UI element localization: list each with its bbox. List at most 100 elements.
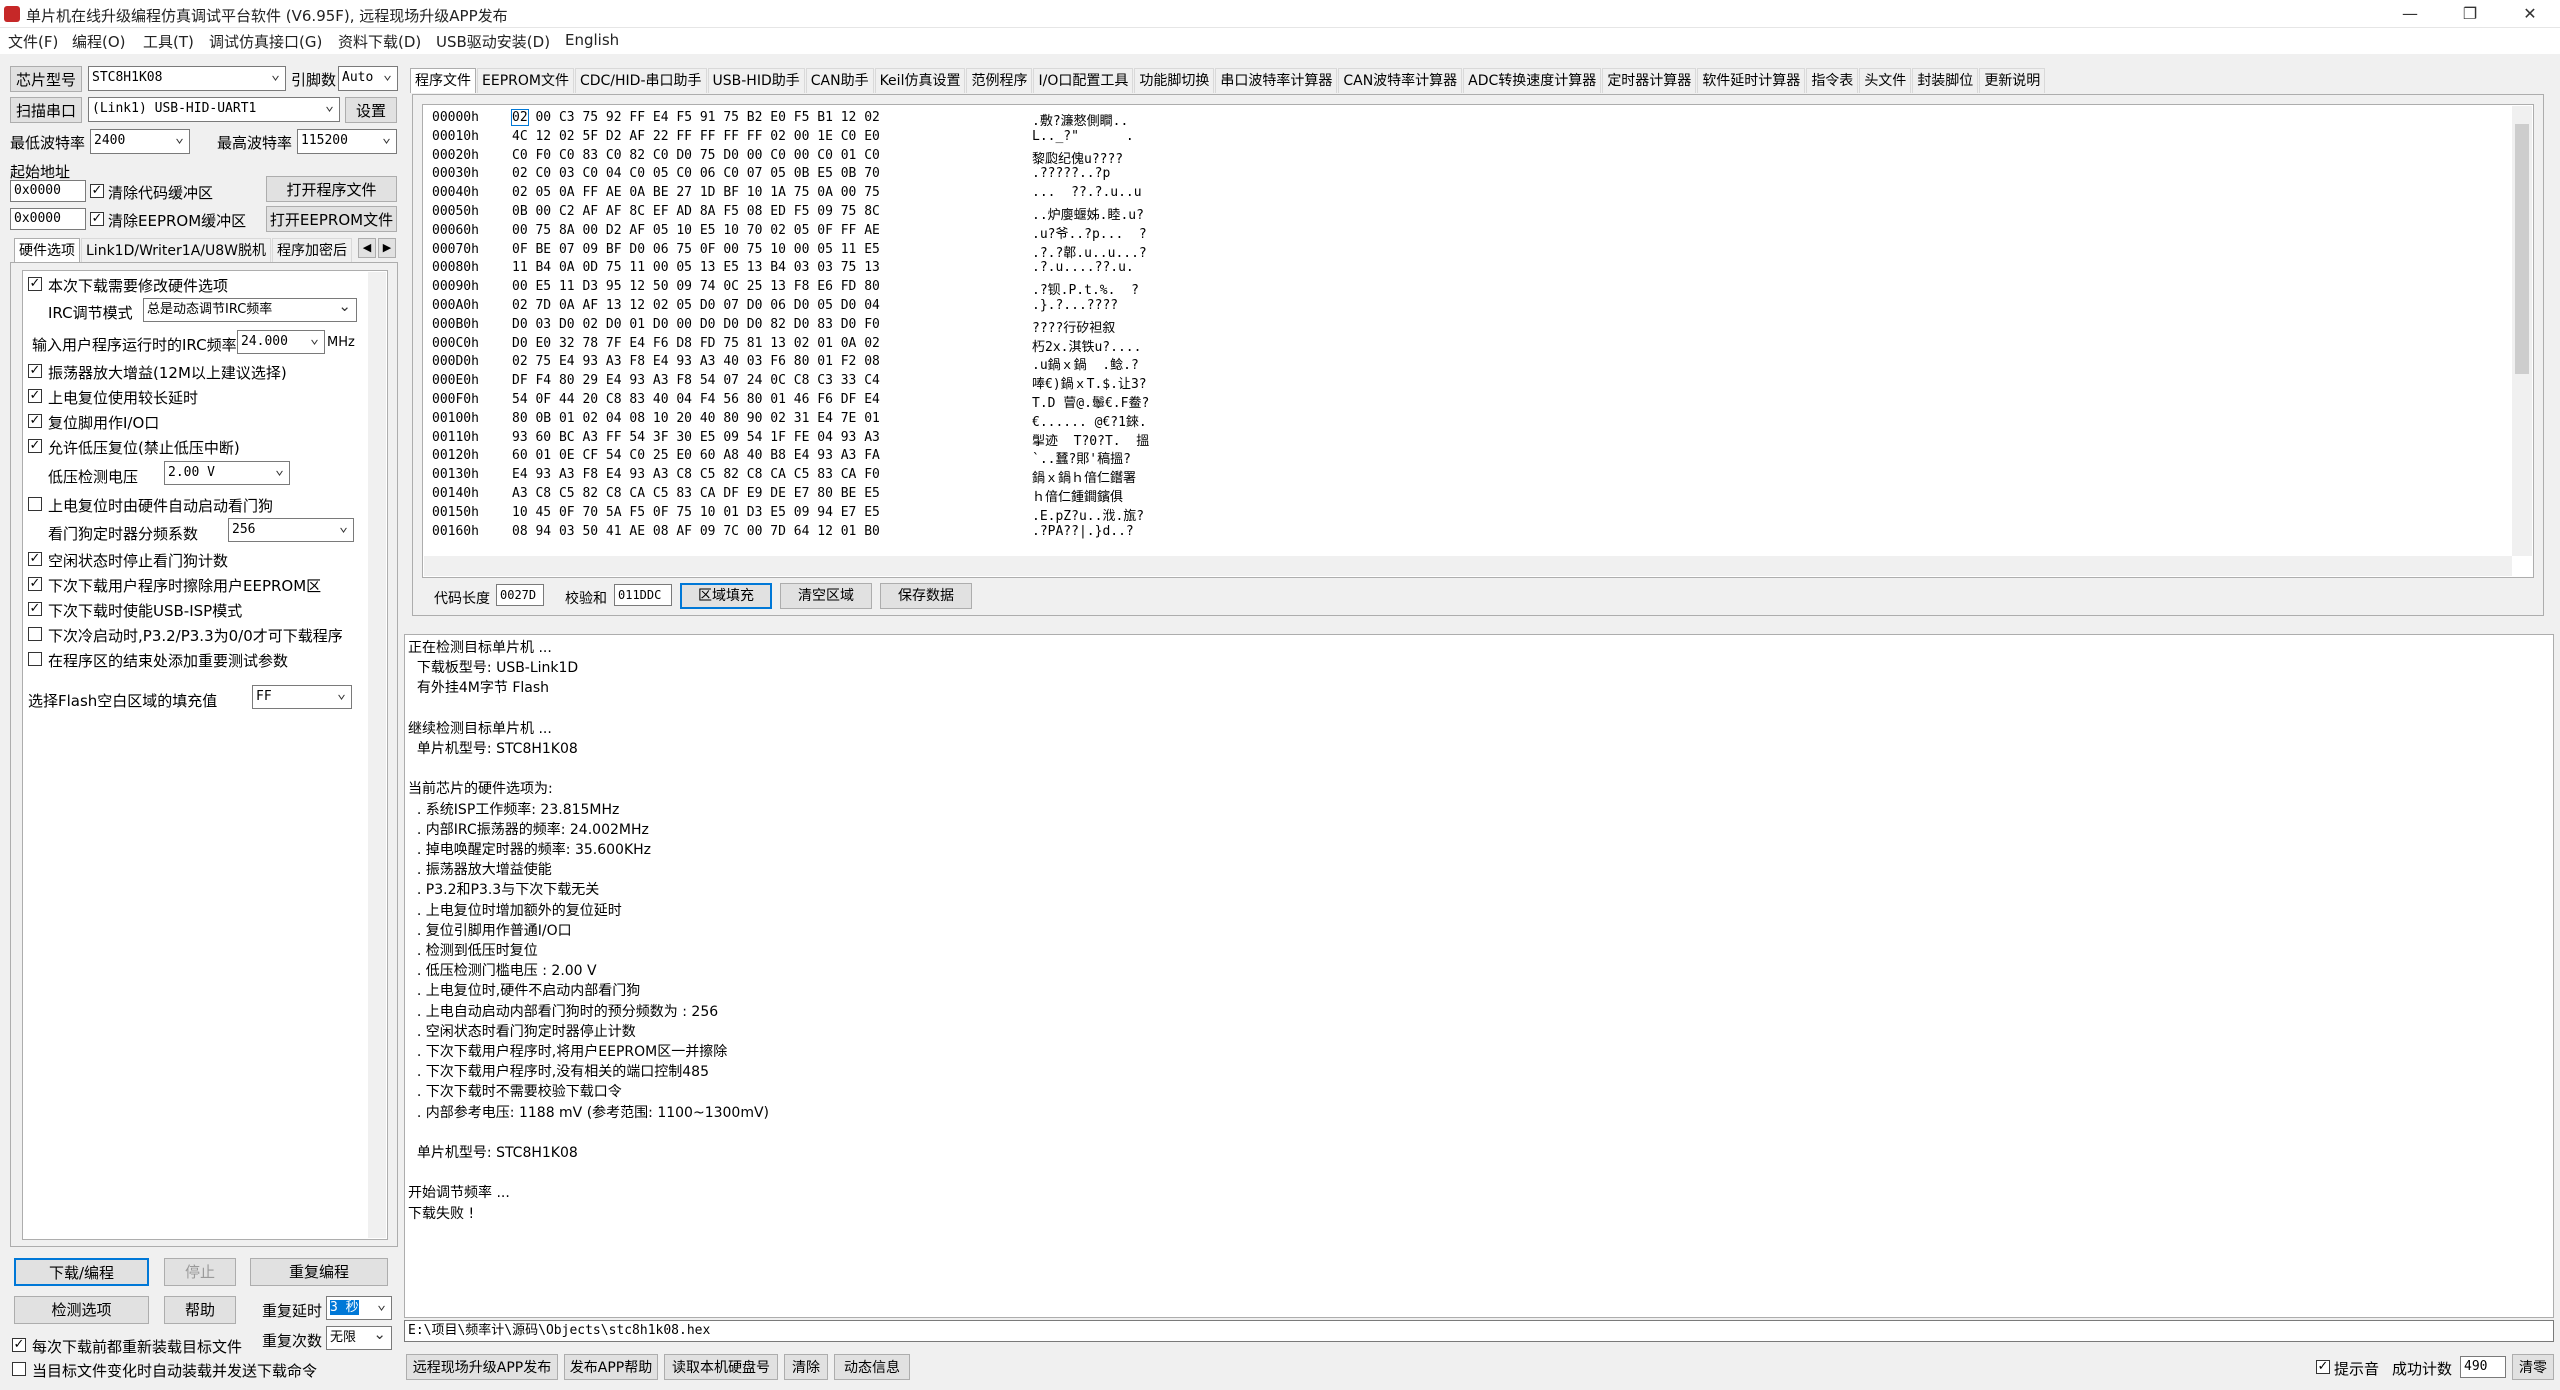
- tab-uart-baud-calc[interactable]: 串口波特率计算器: [1215, 68, 1338, 93]
- opt-reset-io-checkbox[interactable]: ✓: [28, 414, 42, 428]
- open-eeprom-file-button[interactable]: 打开EEPROM文件: [266, 206, 397, 232]
- left-tabstrip: 硬件选项 Link1D/Writer1A/U8W脱机 程序加密后: [14, 238, 353, 263]
- max-baud-select[interactable]: 115200: [297, 129, 397, 154]
- hex-row: 000E0h DF F4 80 29 E4 93 A3 F8 54 07 24 0…: [432, 373, 1192, 392]
- open-program-file-button[interactable]: 打开程序文件: [266, 176, 397, 202]
- sound-checkbox[interactable]: ✓: [2316, 1360, 2330, 1374]
- tab-adc-speed-calc[interactable]: ADC转换速度计算器: [1463, 68, 1602, 93]
- tab-instruction-table[interactable]: 指令表: [1806, 68, 1859, 93]
- code-start-address-input[interactable]: 0x0000: [10, 180, 86, 202]
- save-data-button[interactable]: 保存数据: [880, 583, 972, 609]
- opt-low-voltage-reset-label: 允许低压复位(禁止低压中断): [48, 439, 240, 457]
- file-path-field[interactable]: E:\项目\频率计\源码\Objects\stc8h1k08.hex: [404, 1320, 2554, 1342]
- tab-scroll-left-icon[interactable]: ◀: [358, 238, 376, 258]
- reprogram-button[interactable]: 重复编程: [250, 1258, 388, 1286]
- menu-usb-driver[interactable]: USB驱动安装(D): [436, 31, 550, 52]
- fill-area-button[interactable]: 区域填充: [680, 583, 772, 609]
- stop-button[interactable]: 停止: [164, 1258, 236, 1286]
- clear-code-checkbox[interactable]: ✓: [90, 184, 104, 198]
- tab-examples[interactable]: 范例程序: [966, 68, 1033, 93]
- chip-model-select[interactable]: STC8H1K08: [88, 66, 286, 91]
- reload-before-download-checkbox[interactable]: ✓: [12, 1338, 26, 1352]
- help-button[interactable]: 帮助: [164, 1296, 236, 1324]
- tab-keil-settings[interactable]: Keil仿真设置: [874, 68, 966, 93]
- hex-ascii: ... ??.?.u..u: [1032, 185, 1142, 201]
- hex-vertical-thumb[interactable]: [2515, 124, 2529, 374]
- hex-row: 000A0h 02 7D 0A AF 13 12 02 05 D0 07 D0 0…: [432, 298, 1192, 317]
- irc-freq-select[interactable]: 24.000: [237, 330, 325, 354]
- tab-can-assistant[interactable]: CAN助手: [805, 68, 874, 93]
- tab-hardware-options[interactable]: 硬件选项: [14, 238, 80, 263]
- tab-can-baud-calc[interactable]: CAN波特率计算器: [1338, 68, 1463, 93]
- port-select[interactable]: (Link1) USB-HID-UART1: [88, 97, 340, 122]
- opt-cold-start-checkbox[interactable]: [28, 627, 42, 641]
- tab-timer-calc[interactable]: 定时器计算器: [1602, 68, 1697, 93]
- tab-update-notes[interactable]: 更新说明: [1979, 68, 2046, 93]
- opt-low-voltage-reset-checkbox[interactable]: ✓: [28, 439, 42, 453]
- close-button[interactable]: ✕: [2500, 0, 2560, 28]
- opt-test-params-checkbox[interactable]: [28, 652, 42, 666]
- flash-fill-select[interactable]: FF: [252, 685, 352, 709]
- dynamic-info-button[interactable]: 动态信息: [834, 1354, 910, 1380]
- tab-program-file[interactable]: 程序文件: [410, 68, 476, 93]
- wdt-prescaler-select[interactable]: 256: [228, 518, 354, 542]
- read-disk-id-button[interactable]: 读取本机硬盘号: [664, 1354, 778, 1380]
- opt-wdt-auto-checkbox[interactable]: [28, 497, 42, 511]
- code-length-value: 0027D: [496, 584, 544, 606]
- opt-modify-hw-checkbox[interactable]: ✓: [28, 277, 42, 291]
- repeat-delay-label: 重复延时: [262, 1302, 323, 1320]
- menu-download[interactable]: 资料下载(D): [338, 31, 421, 52]
- irc-mode-select[interactable]: 总是动态调节IRC频率: [143, 298, 357, 322]
- hex-bytes: C0 F0 C0 83 C0 82 C0 D0 75 D0 00 C0 00 C…: [512, 147, 880, 163]
- menu-english[interactable]: English: [565, 31, 619, 49]
- clear-area-button[interactable]: 清空区域: [780, 583, 872, 609]
- chip-model-button[interactable]: 芯片型号: [10, 66, 82, 92]
- tab-encryption[interactable]: 程序加密后: [272, 238, 352, 263]
- tab-eeprom-file[interactable]: EEPROM文件: [477, 68, 574, 93]
- eeprom-start-address-input[interactable]: 0x0000: [10, 208, 86, 230]
- tab-pin-switch[interactable]: 功能脚切换: [1134, 68, 1215, 93]
- hex-horizontal-scrollbar[interactable]: [424, 556, 2512, 576]
- tab-package-pins[interactable]: 封装脚位: [1912, 68, 1979, 93]
- tab-scroll-right-icon[interactable]: ▶: [378, 238, 396, 258]
- tab-offline[interactable]: Link1D/Writer1A/U8W脱机: [81, 238, 271, 263]
- auto-send-on-change-checkbox[interactable]: [12, 1362, 26, 1376]
- restore-button[interactable]: ❐: [2440, 0, 2500, 28]
- reset-count-button[interactable]: 清零: [2512, 1354, 2554, 1380]
- hex-row: 00130h E4 93 A3 F8 E4 93 A3 C8 C5 82 C8 C…: [432, 467, 1192, 486]
- opt-erase-eeprom-label: 下次下载用户程序时擦除用户EEPROM区: [48, 577, 322, 595]
- tab-usb-hid[interactable]: USB-HID助手: [707, 68, 805, 93]
- repeat-count-select[interactable]: 无限: [326, 1326, 392, 1350]
- hex-row: 000C0h D0 E0 32 78 7F E4 F6 D8 FD 75 81 1…: [432, 336, 1192, 355]
- menu-program[interactable]: 编程(O): [72, 31, 126, 52]
- tab-header-file[interactable]: 头文件: [1859, 68, 1912, 93]
- opt-erase-eeprom-checkbox[interactable]: ✓: [28, 577, 42, 591]
- options-scrollbar[interactable]: [368, 272, 386, 1238]
- remote-upgrade-button[interactable]: 远程现场升级APP发布: [406, 1354, 558, 1380]
- hex-bytes: 54 0F 44 20 C8 83 40 04 F4 56 80 01 46 F…: [512, 391, 880, 407]
- clear-eeprom-checkbox[interactable]: ✓: [90, 212, 104, 226]
- opt-usb-isp-checkbox[interactable]: ✓: [28, 602, 42, 616]
- check-options-button[interactable]: 检测选项: [14, 1296, 149, 1324]
- port-settings-button[interactable]: 设置: [345, 97, 397, 123]
- minimize-button[interactable]: —: [2380, 0, 2440, 28]
- hex-vertical-scrollbar[interactable]: [2512, 106, 2532, 556]
- pins-select[interactable]: Auto: [338, 66, 398, 91]
- scan-port-button[interactable]: 扫描串口: [10, 97, 82, 123]
- repeat-delay-select[interactable]: 3 秒: [326, 1296, 392, 1320]
- tab-delay-calc[interactable]: 软件延时计算器: [1697, 68, 1806, 93]
- tab-io-config[interactable]: I/O口配置工具: [1033, 68, 1134, 93]
- menu-debug[interactable]: 调试仿真接口(G): [209, 31, 322, 52]
- hex-row: 000B0h D0 03 D0 02 D0 01 D0 00 D0 D0 D0 8…: [432, 317, 1192, 336]
- lv-threshold-select[interactable]: 2.00 V: [164, 461, 290, 485]
- menu-file[interactable]: 文件(F): [8, 31, 58, 52]
- tab-serial-assistant[interactable]: CDC/HID-串口助手: [574, 68, 707, 93]
- download-program-button[interactable]: 下载/编程: [14, 1258, 149, 1286]
- min-baud-select[interactable]: 2400: [90, 129, 190, 154]
- menu-tools[interactable]: 工具(T): [143, 31, 194, 52]
- publish-help-button[interactable]: 发布APP帮助: [564, 1354, 658, 1380]
- clear-log-button[interactable]: 清除: [784, 1354, 828, 1380]
- opt-long-reset-checkbox[interactable]: ✓: [28, 389, 42, 403]
- opt-idle-wdt-checkbox[interactable]: ✓: [28, 552, 42, 566]
- opt-osc-gain-checkbox[interactable]: ✓: [28, 364, 42, 378]
